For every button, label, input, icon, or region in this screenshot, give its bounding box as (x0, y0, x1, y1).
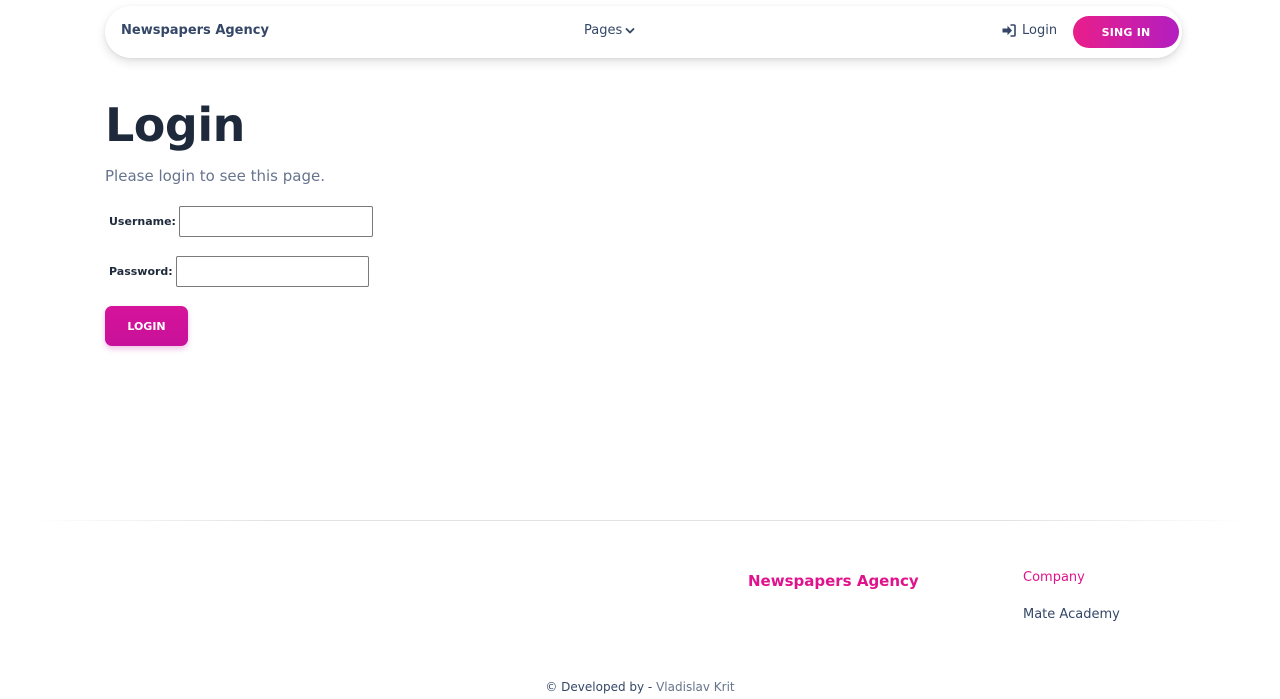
copyright-prefix: © Developed by - (545, 680, 653, 694)
chevron-down-icon (625, 27, 635, 33)
password-row: Password: (109, 256, 369, 287)
footer-company-heading: Company (1023, 570, 1085, 585)
username-input[interactable] (178, 206, 373, 237)
nav-login-label: Login (1022, 23, 1058, 38)
copyright: © Developed by - Vladislav Krit (0, 680, 1280, 694)
username-label: Username: (109, 215, 176, 228)
password-input[interactable] (175, 256, 369, 287)
navbar-brand[interactable]: Newspapers Agency (121, 23, 269, 38)
footer-divider (30, 520, 1250, 521)
page-title: Login (105, 98, 245, 152)
footer-link-mate-academy[interactable]: Mate Academy (1023, 607, 1120, 622)
nav-login-link[interactable]: Login (1002, 23, 1057, 38)
signin-button[interactable]: SING IN (1073, 16, 1179, 48)
sign-in-icon (1002, 24, 1016, 37)
pages-dropdown[interactable]: Pages (584, 23, 635, 38)
copyright-author-link[interactable]: Vladislav Krit (656, 680, 735, 694)
top-navbar: Newspapers Agency Pages Login SING IN (105, 6, 1182, 58)
pages-dropdown-label: Pages (584, 23, 623, 38)
username-row: Username: (109, 206, 373, 237)
footer-brand: Newspapers Agency (748, 572, 919, 590)
login-button[interactable]: LOGIN (105, 306, 188, 346)
page-subtitle: Please login to see this page. (105, 167, 325, 185)
password-label: Password: (109, 265, 173, 278)
